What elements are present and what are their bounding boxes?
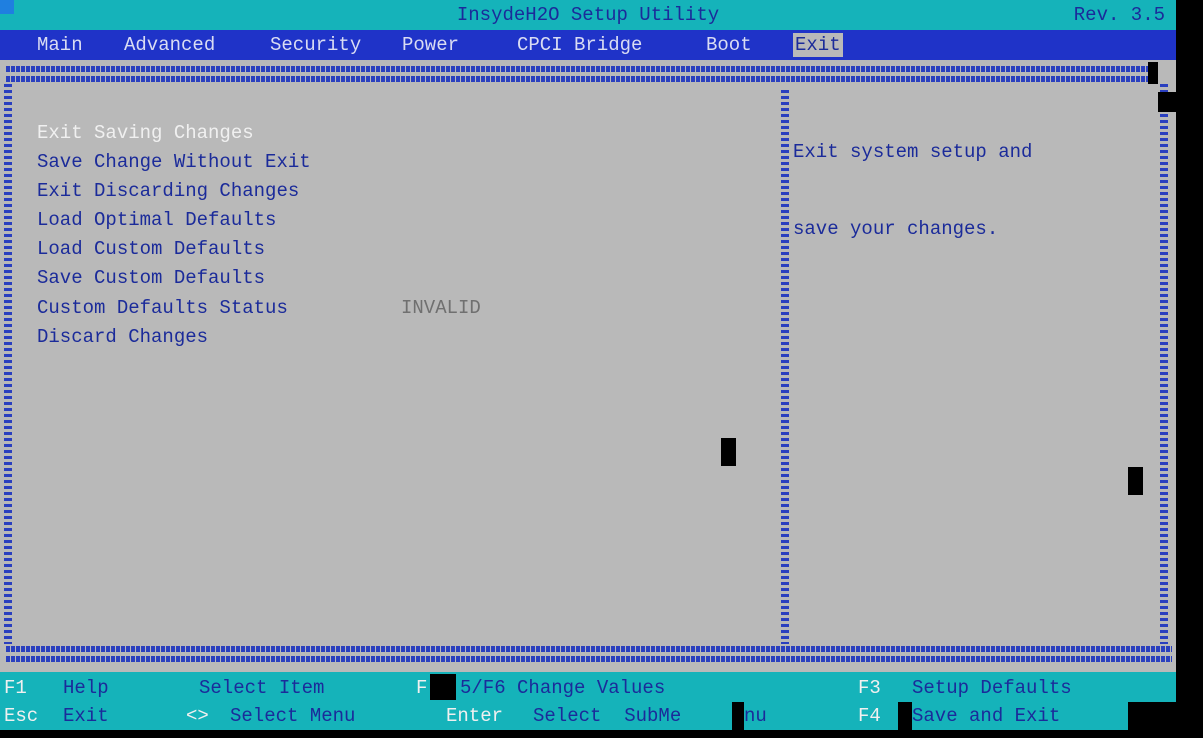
menu-item-load-custom-defaults[interactable]: Load Custom Defaults [37,237,265,261]
panel-divider [781,90,789,644]
key-f5-f6-desc: 5/F6 Change Values [460,677,666,699]
left-border [4,84,12,644]
tab-advanced[interactable]: Advanced [124,33,215,57]
key-f3: F3 [858,677,881,699]
menu-item-load-optimal-defaults[interactable]: Load Optimal Defaults [37,208,276,232]
key-enter: Enter [446,705,504,727]
tab-boot[interactable]: Boot [706,33,752,57]
key-f1: F1 [4,677,27,699]
bottom-border [6,646,1172,652]
revision-label: Rev. 3.5 [1073,4,1165,26]
cursor-block-right [1128,467,1143,495]
footer-block-4 [1128,702,1176,730]
menu-item-exit-saving-changes[interactable]: Exit Saving Changes [37,121,254,145]
key-f4: F4 [858,705,881,727]
tab-exit[interactable]: Exit [793,33,843,57]
menu-item-custom-defaults-status[interactable]: Custom Defaults Status [37,296,288,320]
top-border [6,66,1148,72]
tab-main[interactable]: Main [37,33,83,57]
help-panel-text: Exit system setup and save your changes. [793,92,1032,265]
cursor-block [721,438,736,466]
help-line-2: save your changes. [793,218,999,240]
footer-block-3 [898,702,912,730]
footer-block-1 [430,674,456,700]
menu-item-save-custom-defaults[interactable]: Save Custom Defaults [37,266,265,290]
select-item-desc: Select Item [199,677,325,699]
menu-item-exit-discarding-changes[interactable]: Exit Discarding Changes [37,179,299,203]
help-line-1: Exit system setup and [793,141,1033,163]
key-f5: F [416,677,428,699]
menu-item-save-change-without-exit[interactable]: Save Change Without Exit [37,150,311,174]
key-arrows: <> [186,705,209,727]
key-f4-desc: Save and Exit [912,705,1061,727]
corner-block [1148,62,1158,84]
tab-security[interactable]: Security [270,33,361,57]
key-enter-desc-tail: nu [744,705,767,727]
key-f1-desc: Help [63,677,109,699]
key-esc: Esc [4,705,39,727]
tab-power[interactable]: Power [402,33,459,57]
key-f3-desc: Setup Defaults [912,677,1072,699]
menu-item-discard-changes[interactable]: Discard Changes [37,325,208,349]
top-border-inner [6,76,1148,82]
key-enter-desc: Select SubMe [533,705,682,727]
key-esc-desc: Exit [63,705,109,727]
custom-defaults-status-value: INVALID [401,297,481,319]
tab-cpci-bridge[interactable]: CPCI Bridge [517,33,642,57]
footer-block-2 [732,702,744,730]
scroll-block-top [1158,92,1176,112]
bottom-border-inner [6,656,1172,662]
app-title: InsydeH2O Setup Utility [456,4,720,26]
key-arrows-desc: Select Menu [230,705,356,727]
right-border [1160,84,1168,644]
